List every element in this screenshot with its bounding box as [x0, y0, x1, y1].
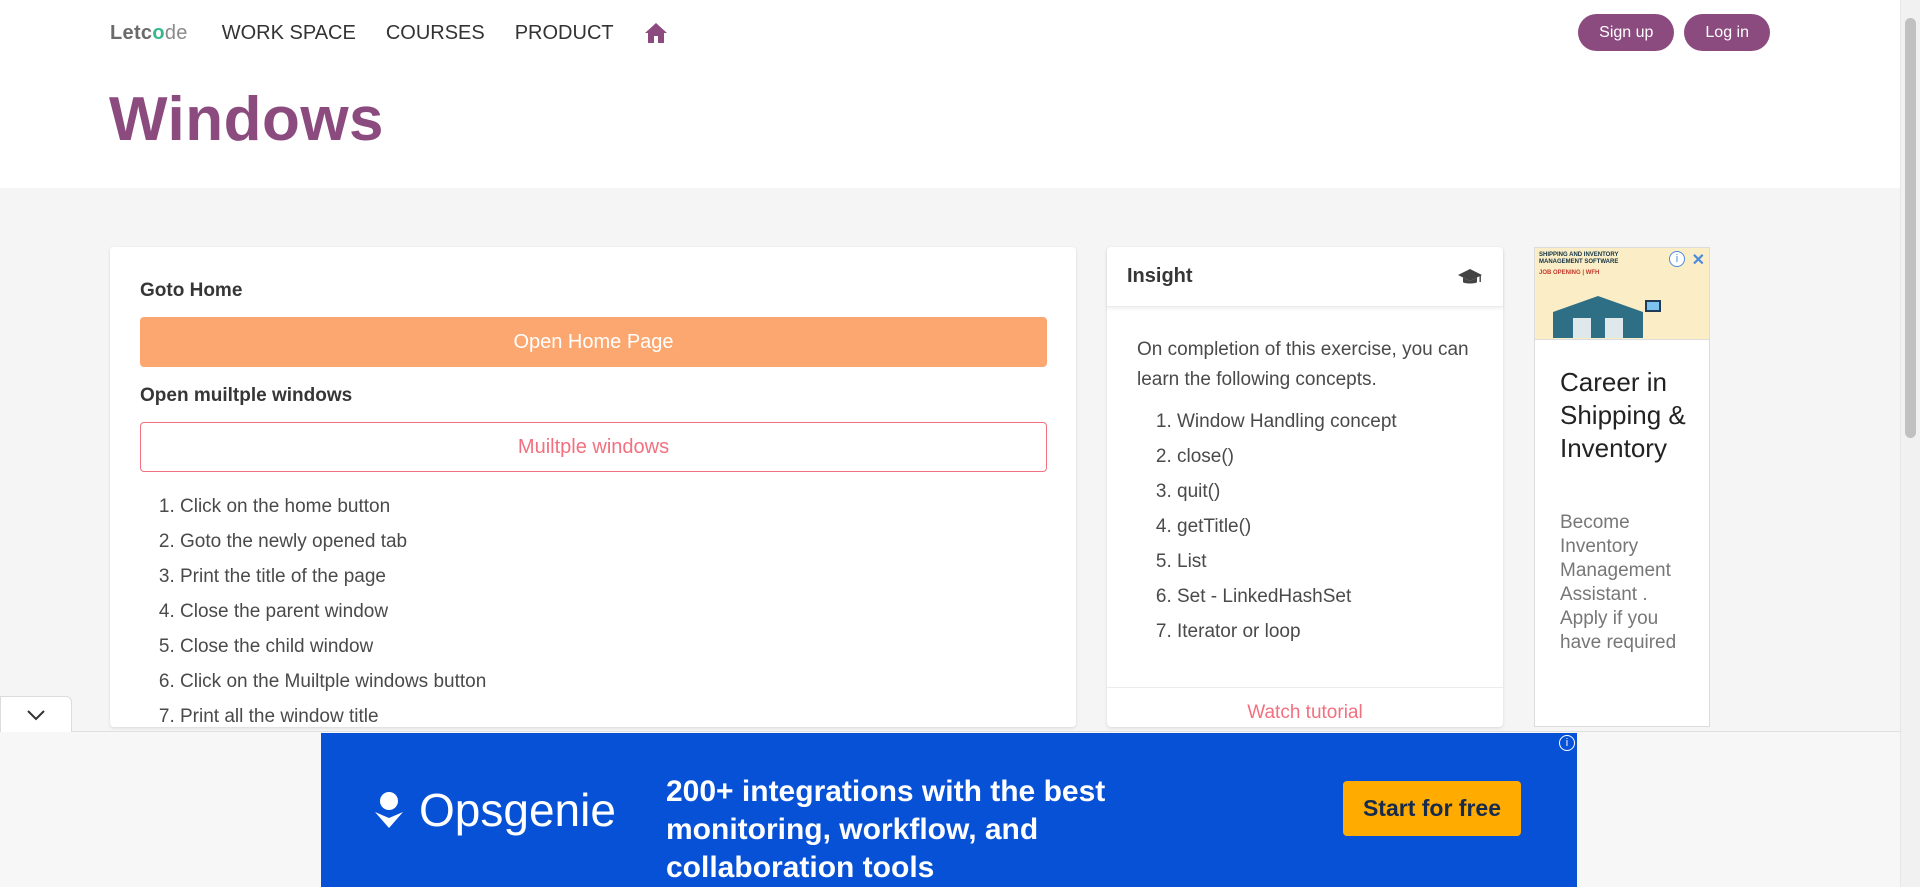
navbar: Letcode WORK SPACE COURSES PRODUCT [110, 0, 668, 66]
logo-prefix: Letc [110, 21, 153, 44]
list-item: close() [1177, 442, 1473, 477]
scrollbar[interactable] [1900, 0, 1920, 887]
steps-list: Click on the home button Goto the newly … [180, 494, 1046, 739]
nav-product[interactable]: PRODUCT [515, 22, 614, 45]
bottom-banner-ad[interactable]: Opsgenie 200+ integrations with the best… [321, 733, 1577, 887]
logo-o: o [152, 21, 165, 44]
insight-body: On completion of this exercise, you can … [1107, 307, 1503, 652]
list-item: Goto the newly opened tab [180, 529, 1046, 564]
chevron-down-icon [27, 709, 45, 720]
insight-header: Insight [1107, 247, 1503, 307]
signup-button[interactable]: Sign up [1578, 14, 1675, 51]
opsgenie-logo-icon [375, 792, 403, 828]
banner-logo: Opsgenie [371, 783, 616, 837]
ad-info-icon[interactable]: i [1669, 251, 1685, 267]
banner-message: 200+ integrations with the best monitori… [666, 775, 1106, 884]
side-ad-image-caption: SHIPPING AND INVENTORY MANAGEMENT SOFTWA… [1539, 252, 1619, 265]
list-item: Close the child window [180, 634, 1046, 669]
side-ad-heading: Career in Shipping & Inventory [1560, 367, 1686, 463]
graduation-cap-icon [1458, 268, 1482, 283]
scrollbar-thumb[interactable] [1905, 18, 1916, 438]
collapse-ad-button[interactable] [0, 696, 72, 732]
list-item: getTitle() [1177, 512, 1473, 547]
list-item: Iterator or loop [1177, 617, 1473, 652]
side-ad-image[interactable]: SHIPPING AND INVENTORY MANAGEMENT SOFTWA… [1535, 248, 1709, 340]
banner-brand: Opsgenie [419, 784, 616, 836]
open-home-page-button[interactable]: Open Home Page [140, 317, 1047, 367]
goto-home-label: Goto Home [140, 280, 243, 301]
list-item: Click on the home button [180, 494, 1046, 529]
side-ad-image-subcaption: JOB OPENING | WFH [1539, 270, 1600, 276]
side-ad[interactable]: SHIPPING AND INVENTORY MANAGEMENT SOFTWA… [1534, 247, 1710, 727]
logo-suffix: de [164, 21, 188, 44]
nav-courses[interactable]: COURSES [386, 22, 485, 45]
list-item: List [1177, 547, 1473, 582]
list-item: Print the title of the page [180, 564, 1046, 599]
header: Letcode WORK SPACE COURSES PRODUCT Sign … [0, 0, 1900, 188]
list-item: quit() [1177, 477, 1473, 512]
insight-intro: On completion of this exercise, you can … [1137, 339, 1469, 390]
list-item: Set - LinkedHashSet [1177, 582, 1473, 617]
multiple-windows-button[interactable]: Muiltple windows [140, 422, 1047, 472]
ad-info-icon[interactable]: i [1559, 735, 1575, 751]
login-button[interactable]: Log in [1684, 14, 1770, 51]
nav-work-space[interactable]: WORK SPACE [222, 22, 356, 45]
side-ad-text: Become Inventory Management Assistant . … [1560, 512, 1677, 653]
multiple-windows-label: Open muiltple windows [140, 385, 353, 406]
close-icon[interactable]: ✕ [1692, 250, 1705, 270]
list-item: Window Handling concept [1177, 407, 1473, 442]
auth-buttons: Sign up Log in [1578, 14, 1770, 51]
logo[interactable]: Letcode [110, 22, 188, 45]
concepts-list: Window Handling concept close() quit() g… [1177, 407, 1473, 652]
start-for-free-button[interactable]: Start for free [1343, 781, 1521, 836]
page-title: Windows [109, 85, 385, 154]
insight-card: Insight On completion of this exercise, … [1107, 247, 1503, 727]
list-item: Click on the Muiltple windows button [180, 669, 1046, 704]
warehouse-illustration [1553, 296, 1661, 338]
insight-title: Insight [1127, 265, 1193, 287]
list-item: Close the parent window [180, 599, 1046, 634]
home-icon[interactable] [644, 22, 668, 44]
exercise-card: Goto Home Open Home Page Open muiltple w… [110, 247, 1076, 727]
